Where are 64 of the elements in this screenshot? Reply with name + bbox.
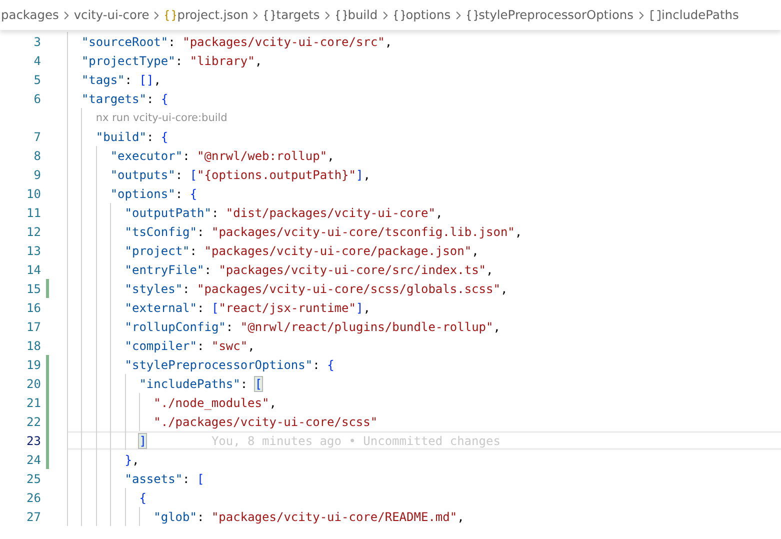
breadcrumb-item[interactable]: project.json [177, 8, 248, 22]
breadcrumb-item[interactable]: options [406, 8, 451, 22]
code-line: "includePaths": [ [139, 376, 262, 390]
line-number: 11 [26, 206, 41, 220]
code-lens-link[interactable]: nx run vcity-ui-core:build [96, 112, 228, 124]
code-line: "tsConfig": "packages/vcity-ui-core/tsconfig.lib.json", [124, 224, 522, 238]
line-number: 5 [32, 72, 41, 86]
line-number: 9 [32, 168, 41, 182]
code-line: "./packages/vcity-ui-core/scss" [154, 414, 378, 428]
line-number: 3 [32, 34, 41, 48]
line-number: 27 [26, 510, 41, 524]
line-number: 10 [26, 186, 41, 200]
line-number: 4 [32, 54, 41, 68]
code-line: "compiler": "swc", [124, 338, 255, 352]
code-line: "outputPath": "dist/packages/vcity-ui-core", [124, 206, 443, 220]
code-line: "build": { [96, 130, 168, 144]
code-line: "styles": "packages/vcity-ui-core/scss/globals.scss", [124, 282, 508, 296]
breadcrumb-item[interactable]: packages [1, 8, 59, 22]
line-number: 26 [26, 490, 41, 504]
line-number: 21 [26, 396, 41, 410]
line-number: 13 [26, 244, 41, 258]
breadcrumb-item[interactable]: targets [276, 8, 320, 22]
breadcrumb-item[interactable]: stylePreprocessorOptions [478, 8, 634, 22]
code-line: { [139, 490, 146, 504]
line-number: 15 [26, 282, 41, 296]
code-line: "outputs": ["{options.outputPath}"], [110, 168, 370, 182]
object-icon [466, 8, 479, 22]
code-line: "glob": "packages/vcity-ui-core/README.md", [154, 510, 464, 524]
line-number: 20 [26, 376, 41, 390]
object-icon [263, 8, 276, 22]
object-icon [334, 8, 348, 22]
line-number: 24 [26, 452, 41, 466]
line-number: 14 [26, 262, 41, 276]
array-icon [648, 8, 662, 22]
json-file-icon [164, 8, 178, 22]
code-line: "stylePreprocessorOptions": { [124, 358, 334, 372]
line-number: 19 [26, 358, 41, 372]
code-line: "assets": [ [124, 472, 204, 486]
breadcrumb-item[interactable]: build [348, 8, 378, 22]
line-number: 25 [26, 472, 41, 486]
line-number: 16 [26, 300, 41, 314]
code-line: "entryFile": "packages/vcity-ui-core/src/index.ts", [124, 262, 494, 276]
code-line: "./node_modules", [154, 396, 276, 410]
code-line: "external": ["react/jsx-runtime"], [124, 300, 370, 314]
line-number: 6 [32, 92, 41, 106]
object-icon [392, 8, 406, 22]
breadcrumb-item[interactable]: includePaths [662, 8, 739, 22]
code-line: "executor": "@nrwl/web:rollup", [110, 148, 334, 162]
line-number: 8 [32, 148, 41, 162]
code-line: "sourceRoot": "packages/vcity-ui-core/src", [81, 34, 392, 48]
code-line: "projectType": "library", [81, 54, 262, 68]
line-number: 17 [26, 320, 41, 334]
code-line: "project": "packages/vcity-ui-core/package.json", [124, 244, 479, 258]
code-line: "targets": { [81, 92, 168, 106]
code-line: "tags": [], [81, 72, 161, 86]
code-line: }, [124, 452, 140, 466]
code-line: "options": { [110, 186, 198, 200]
breadcrumb-item[interactable]: vcity-ui-core [74, 8, 150, 22]
line-number: 22 [26, 414, 41, 428]
line-number: 23 [26, 434, 41, 448]
line-number: 12 [26, 224, 41, 238]
line-number: 18 [26, 338, 41, 352]
line-number: 7 [32, 130, 41, 144]
code-line: "rollupConfig": "@nrwl/react/plugins/bundle-rollup", [124, 320, 500, 334]
